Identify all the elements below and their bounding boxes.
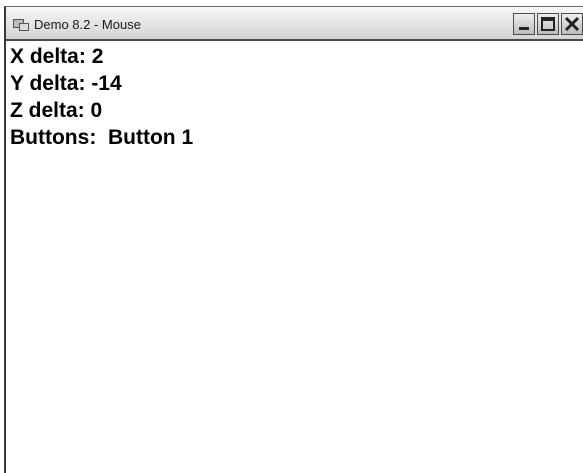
x-delta-row: X delta: 2 [10,43,583,70]
window-title: Demo 8.2 - Mouse [34,17,141,32]
y-delta-value: -14 [91,72,122,95]
client-area: X delta: 2 Y delta: -14 Z delta: 0 Butto… [10,43,583,473]
app-window: Demo 8.2 - Mouse X delta: 2 Y delta: -14… [4,6,583,473]
title-bar[interactable]: Demo 8.2 - Mouse [6,7,583,41]
application-icon[interactable] [13,19,29,31]
x-delta-label: X delta: [10,45,86,68]
minimize-icon [519,27,529,30]
maximize-icon [541,17,555,31]
buttons-value: Button 1 [107,126,194,149]
buttons-row: Buttons: Button 1 [10,124,583,151]
y-delta-row: Y delta: -14 [10,70,583,97]
z-delta-row: Z delta: 0 [10,97,583,124]
y-delta-label: Y delta: [10,72,86,95]
caption-buttons [511,13,583,39]
z-delta-value: 0 [90,99,103,122]
maximize-button[interactable] [537,13,559,35]
x-delta-value: 2 [91,45,104,68]
minimize-button[interactable] [513,13,535,35]
application-icon-front [19,23,29,31]
close-icon [564,16,580,32]
buttons-label: Buttons: [10,126,97,149]
z-delta-label: Z delta: [10,99,85,122]
close-button[interactable] [561,13,583,35]
